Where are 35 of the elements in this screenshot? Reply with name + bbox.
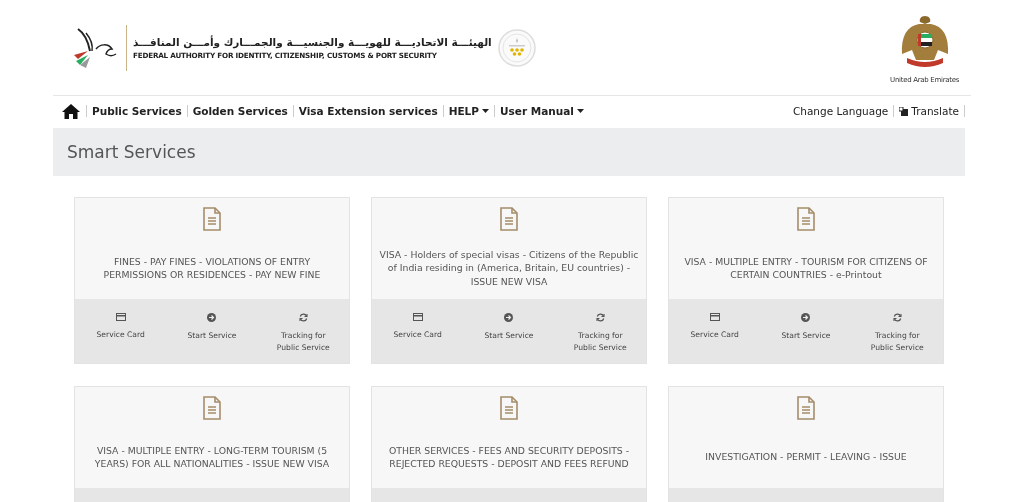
change-language-link[interactable]: Change Language [787,105,895,117]
service-title: FINES - PAY FINES - VIOLATIONS OF ENTRY PERMISSIONS OR RESIDENCES - PAY NEW FINE [102,254,322,282]
card-icon [709,313,720,321]
arrow-circle-icon [207,313,217,322]
document-icon [499,396,519,420]
authority-name-arabic: الهيئـــة الاتحاديـــة للهويـــة والجنسيـــة والجمـــارك وأمـــن المنافـــذ [133,35,492,48]
nav-link[interactable]: HELP [442,105,494,117]
refresh-icon [892,313,902,322]
nav-link[interactable]: Public Services [86,105,187,117]
document-icon [796,207,816,231]
service-title: OTHER SERVICES - FEES AND SECURITY DEPOSITS - REJECTED REQUESTS - DEPOSIT AND FEES REFUND [387,443,631,471]
translate-icon [899,106,909,116]
arrow-circle-icon [801,313,811,322]
service-title: VISA - MULTIPLE ENTRY - LONG-TERM TOURISM (5 YEARS) FOR ALL NATIONALITIES - ISSUE NEW VISA [93,443,331,471]
nav-link[interactable]: Golden Services [186,105,293,117]
arrow-circle-icon [504,313,514,322]
caret-icon [576,109,584,113]
card-icon [412,313,423,321]
translate-link[interactable]: Translate [894,105,965,117]
refresh-icon [298,313,308,322]
refresh-icon [595,313,605,322]
card-icon [115,313,126,321]
nav-link[interactable]: User Manual [494,105,589,117]
service-title: VISA - Holders of special visas - Citizens of the Republic of India residing in (America, Britain, EU countries) - ISSUE NEW VISA [378,247,640,289]
document-icon [202,207,222,231]
service-title: VISA - MULTIPLE ENTRY - TOURISM FOR CITIZENS OF CERTAIN COUNTRIES - e-Printout [683,254,929,282]
caret-icon [482,109,489,113]
home-icon[interactable] [62,103,80,119]
document-icon [499,207,519,231]
document-icon [202,396,222,420]
seal-icon [497,28,536,67]
page-title-bar: Smart Services [53,128,965,176]
nav-link[interactable]: Visa Extension services [292,105,443,117]
document-icon [796,396,816,420]
service-title: INVESTIGATION - PERMIT - LEAVING - ISSUE [704,450,908,465]
